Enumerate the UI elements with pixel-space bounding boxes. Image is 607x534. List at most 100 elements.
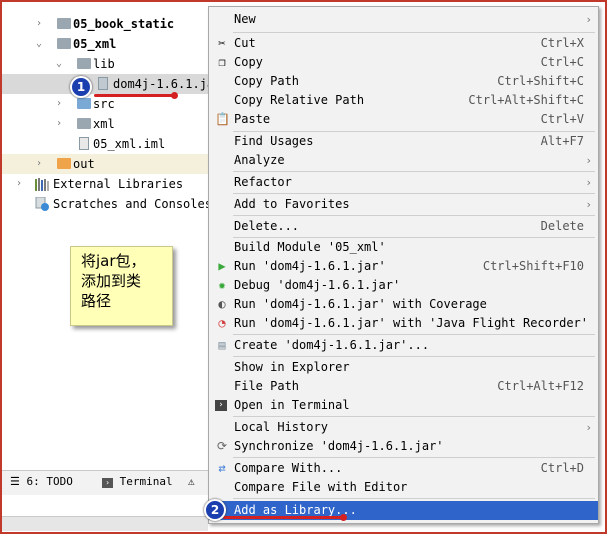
chevron-right-icon[interactable]: ›	[14, 174, 24, 194]
step-badge-1: 1	[70, 76, 92, 98]
menu-item-label: Build Module '05_xml'	[234, 240, 386, 254]
menu-item-build-module[interactable]: Build Module '05_xml'	[209, 238, 598, 257]
menu-item-create-config[interactable]: ▤ Create 'dom4j-1.6.1.jar'...	[209, 336, 598, 355]
menu-item-label: Add to Favorites	[234, 197, 350, 211]
warning-icon[interactable]: ⚠	[188, 475, 195, 488]
shortcut-label: Delete	[540, 219, 584, 233]
chevron-right-icon[interactable]: ›	[34, 154, 44, 174]
scissors-icon: ✂	[218, 36, 226, 50]
sync-icon: ⟳	[216, 439, 228, 453]
flight-recorder-icon: ◔	[218, 316, 226, 330]
tree-item-label: xml	[93, 117, 115, 131]
shortcut-label: Ctrl+Alt+F12	[497, 379, 584, 393]
menu-item-run-with-coverage[interactable]: ◐ Run 'dom4j-1.6.1.jar' with Coverage	[209, 295, 598, 314]
shortcut-label: Ctrl+X	[540, 36, 584, 50]
menu-item-label: Delete...	[234, 219, 300, 233]
menu-item-label: Debug 'dom4j-1.6.1.jar'	[234, 278, 401, 292]
project-tree: › 05_book_static ⌄ 05_xml ⌄ lib dom4j-1.…	[2, 2, 222, 472]
menu-item-label: Run 'dom4j-1.6.1.jar'	[234, 259, 386, 273]
run-icon: ▶	[218, 259, 226, 273]
menu-item-local-history[interactable]: Local History ›	[209, 418, 598, 437]
annotation-dot	[171, 92, 178, 99]
menu-item-add-to-favorites[interactable]: Add to Favorites ›	[209, 195, 598, 214]
menu-item-label: Refactor	[234, 175, 292, 189]
source-folder-icon	[77, 98, 91, 109]
menu-item-analyze[interactable]: Analyze ›	[209, 151, 598, 170]
debug-icon: ✹	[218, 278, 226, 292]
menu-separator	[233, 457, 595, 458]
chevron-right-icon[interactable]: ›	[54, 94, 64, 114]
tree-item-label: 05_xml	[73, 37, 117, 51]
scratches-icon	[35, 196, 49, 211]
menu-item-delete[interactable]: Delete... Delete	[209, 217, 598, 236]
menu-item-new[interactable]: New ›	[209, 10, 598, 29]
step-badge-2: 2	[204, 499, 226, 521]
folder-icon	[77, 118, 91, 129]
shortcut-label: Ctrl+Shift+F10	[482, 259, 584, 273]
menu-item-synchronize[interactable]: ⟳ Synchronize 'dom4j-1.6.1.jar'	[209, 437, 598, 456]
menu-item-debug[interactable]: ✹ Debug 'dom4j-1.6.1.jar'	[209, 276, 598, 295]
todo-tab[interactable]: ☰ 6: TODO	[10, 475, 73, 488]
jar-file-icon: ▤	[218, 338, 226, 352]
tree-item-dom4j-jar[interactable]: dom4j-1.6.1.jar	[2, 74, 222, 94]
note-line: 将jar包，	[81, 252, 146, 270]
submenu-arrow-icon: ›	[585, 176, 592, 189]
chevron-right-icon[interactable]: ›	[34, 14, 44, 34]
shortcut-label: Ctrl+V	[540, 112, 584, 126]
menu-item-show-in-explorer[interactable]: Show in Explorer	[209, 358, 598, 377]
menu-item-label: Synchronize 'dom4j-1.6.1.jar'	[234, 439, 444, 453]
folder-icon	[57, 38, 71, 49]
menu-item-compare-file-with-editor[interactable]: Compare File with Editor	[209, 478, 598, 497]
libraries-icon	[35, 177, 49, 191]
todo-label: 6: TODO	[26, 475, 73, 488]
menu-item-run[interactable]: ▶ Run 'dom4j-1.6.1.jar' Ctrl+Shift+F10	[209, 257, 598, 276]
iml-file-icon	[79, 137, 89, 150]
shortcut-label: Ctrl+Alt+Shift+C	[468, 93, 584, 107]
menu-item-label: Run 'dom4j-1.6.1.jar' with 'Java Flight …	[234, 316, 589, 330]
menu-item-label: Analyze	[234, 153, 285, 167]
menu-item-label: Create 'dom4j-1.6.1.jar'...	[234, 338, 430, 352]
folder-icon	[57, 18, 71, 29]
menu-item-label: New	[234, 12, 256, 26]
menu-separator	[233, 416, 595, 417]
menu-item-file-path[interactable]: File Path Ctrl+Alt+F12	[209, 377, 598, 396]
menu-item-cut[interactable]: ✂ Cut Ctrl+X	[209, 34, 598, 53]
submenu-arrow-icon: ›	[585, 198, 592, 211]
annotation-underline	[223, 516, 345, 519]
menu-item-open-in-terminal[interactable]: › Open in Terminal	[209, 396, 598, 415]
menu-separator	[233, 171, 595, 172]
shortcut-label: Alt+F7	[540, 134, 584, 148]
folder-icon	[77, 58, 91, 69]
menu-item-run-with-jfr[interactable]: ◔ Run 'dom4j-1.6.1.jar' with 'Java Fligh…	[209, 314, 598, 333]
menu-item-copy[interactable]: ❐ Copy Ctrl+C	[209, 53, 598, 72]
menu-item-label: Run 'dom4j-1.6.1.jar' with Coverage	[234, 297, 487, 311]
copy-icon: ❐	[218, 55, 226, 69]
menu-separator	[233, 356, 595, 357]
tree-item-label: External Libraries	[53, 177, 184, 191]
tree-item-label: Scratches and Consoles	[53, 197, 212, 211]
menu-item-copy-relative-path[interactable]: Copy Relative Path Ctrl+Alt+Shift+C	[209, 91, 598, 110]
menu-item-label: File Path	[234, 379, 300, 393]
terminal-tab[interactable]: › Terminal	[102, 475, 173, 488]
menu-item-paste[interactable]: 📋 Paste Ctrl+V	[209, 110, 598, 129]
menu-item-compare-with[interactable]: ⇄ Compare With... Ctrl+D	[209, 459, 598, 478]
menu-item-copy-path[interactable]: Copy Path Ctrl+Shift+C	[209, 72, 598, 91]
menu-item-label: Show in Explorer	[234, 360, 350, 374]
terminal-icon: ›	[215, 400, 227, 411]
tool-window-bar: ☰ 6: TODO › Terminal ⚠	[2, 470, 208, 495]
submenu-arrow-icon: ›	[585, 421, 592, 434]
menu-separator	[233, 193, 595, 194]
chevron-down-icon[interactable]: ⌄	[54, 54, 64, 74]
tree-item-out[interactable]: › out	[2, 154, 222, 174]
note-line: 路径	[81, 292, 112, 310]
menu-item-label: Paste	[234, 112, 271, 126]
menu-item-label: Copy Path	[234, 74, 300, 88]
jar-file-icon	[98, 77, 108, 90]
clipboard-icon: 📋	[215, 112, 230, 126]
menu-item-label: Copy Relative Path	[234, 93, 365, 107]
chevron-down-icon[interactable]: ⌄	[34, 34, 44, 54]
note-line: 添加到类	[81, 272, 142, 290]
chevron-right-icon[interactable]: ›	[54, 114, 64, 134]
menu-item-refactor[interactable]: Refactor ›	[209, 173, 598, 192]
menu-item-find-usages[interactable]: Find Usages Alt+F7	[209, 132, 598, 151]
